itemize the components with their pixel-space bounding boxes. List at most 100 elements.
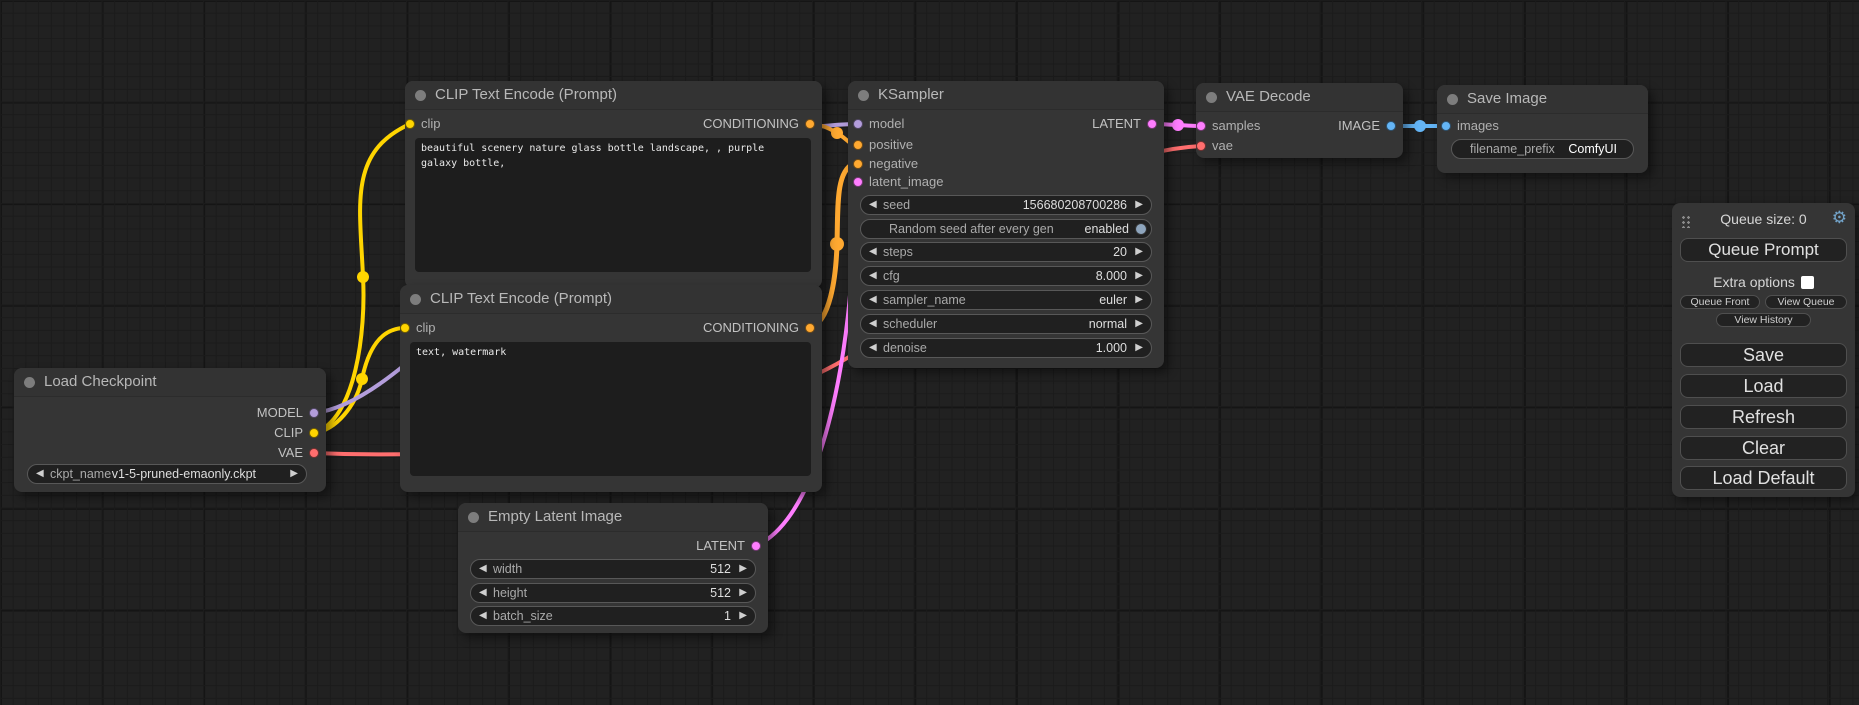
collapse-dot-icon[interactable] [858, 90, 869, 101]
ckpt-name-widget[interactable]: ◀ ckpt_name v1-5-pruned-emaonly.ckpt ▶ [27, 464, 307, 484]
next-value-arrow[interactable]: ▶ [1135, 196, 1143, 214]
prev-value-arrow[interactable]: ◀ [36, 465, 44, 483]
view-queue-button[interactable]: View Queue [1765, 295, 1847, 309]
input-slot-negative[interactable] [853, 159, 863, 169]
node-clip-text-encode-positive[interactable]: CLIP Text Encode (Prompt) clip CONDITION… [405, 81, 822, 288]
next-value-arrow[interactable]: ▶ [1135, 267, 1143, 285]
node-load-checkpoint[interactable]: Load Checkpoint MODEL CLIP VAE ◀ ckpt_na… [14, 368, 326, 492]
random-seed-toggle-widget[interactable]: Random seed after every gen enabled [860, 219, 1152, 239]
next-value-arrow[interactable]: ▶ [739, 607, 747, 625]
link-midpoint-dot[interactable] [356, 373, 368, 385]
batch-size-widget[interactable]: ◀ batch_size 1 ▶ [470, 606, 756, 626]
output-slot-vae[interactable] [309, 448, 319, 458]
next-value-arrow[interactable]: ▶ [1135, 315, 1143, 333]
node-graph-canvas[interactable]: Load Checkpoint MODEL CLIP VAE ◀ ckpt_na… [0, 0, 1859, 705]
node-title-bar[interactable]: Save Image [1437, 85, 1648, 114]
height-widget[interactable]: ◀ height 512 ▶ [470, 583, 756, 603]
node-save-image[interactable]: Save Image images filename_prefix ComfyU… [1437, 85, 1648, 173]
node-title: Empty Latent Image [488, 503, 622, 531]
denoise-widget[interactable]: ◀ denoise 1.000 ▶ [860, 338, 1152, 358]
link-midpoint-dot[interactable] [357, 271, 369, 283]
collapse-dot-icon[interactable] [410, 294, 421, 305]
steps-widget[interactable]: ◀ steps 20 ▶ [860, 242, 1152, 262]
output-slot-latent[interactable] [751, 541, 761, 551]
node-title-bar[interactable]: KSampler [848, 81, 1164, 110]
collapse-dot-icon[interactable] [1206, 92, 1217, 103]
input-slot-vae[interactable] [1196, 141, 1206, 151]
next-value-arrow[interactable]: ▶ [290, 465, 298, 483]
collapse-dot-icon[interactable] [1447, 94, 1458, 105]
widget-value: normal [1089, 315, 1127, 333]
input-slot-positive[interactable] [853, 140, 863, 150]
node-title-bar[interactable]: Load Checkpoint [14, 368, 326, 397]
prev-value-arrow[interactable]: ◀ [869, 291, 877, 309]
slot-row: negative [848, 155, 1164, 173]
link-midpoint-dot[interactable] [831, 127, 843, 139]
widget-label: batch_size [493, 607, 553, 625]
cfg-widget[interactable]: ◀ cfg 8.000 ▶ [860, 266, 1152, 286]
next-value-arrow[interactable]: ▶ [739, 584, 747, 602]
node-vae-decode[interactable]: VAE Decode samples IMAGE vae [1196, 83, 1403, 158]
node-title-bar[interactable]: Empty Latent Image [458, 503, 768, 532]
output-slot-conditioning[interactable] [805, 119, 815, 129]
queue-prompt-button[interactable]: Queue Prompt [1680, 238, 1847, 262]
node-clip-text-encode-negative[interactable]: CLIP Text Encode (Prompt) clip CONDITION… [400, 285, 822, 492]
link-midpoint-dot[interactable] [1172, 119, 1184, 131]
node-ksampler[interactable]: KSampler model LATENT positive negative … [848, 81, 1164, 368]
load-default-button[interactable]: Load Default [1680, 466, 1847, 490]
input-slot-clip[interactable] [405, 119, 415, 129]
collapse-dot-icon[interactable] [415, 90, 426, 101]
clear-button[interactable]: Clear [1680, 436, 1847, 460]
next-value-arrow[interactable]: ▶ [739, 560, 747, 578]
prev-value-arrow[interactable]: ◀ [869, 243, 877, 261]
slot-label: negative [869, 155, 918, 173]
output-slot-clip[interactable] [309, 428, 319, 438]
positive-prompt-textarea[interactable]: beautiful scenery nature glass bottle la… [415, 138, 811, 272]
next-value-arrow[interactable]: ▶ [1135, 291, 1143, 309]
output-slot-conditioning[interactable] [805, 323, 815, 333]
input-slot-clip[interactable] [400, 323, 410, 333]
prev-value-arrow[interactable]: ◀ [869, 315, 877, 333]
prev-value-arrow[interactable]: ◀ [479, 584, 487, 602]
prev-value-arrow[interactable]: ◀ [869, 196, 877, 214]
widget-label: ckpt_name [50, 465, 111, 483]
node-title-bar[interactable]: VAE Decode [1196, 83, 1403, 112]
node-empty-latent-image[interactable]: Empty Latent Image LATENT ◀ width 512 ▶ … [458, 503, 768, 633]
link-midpoint-dot[interactable] [1414, 120, 1426, 132]
save-button[interactable]: Save [1680, 343, 1847, 367]
collapse-dot-icon[interactable] [24, 377, 35, 388]
width-widget[interactable]: ◀ width 512 ▶ [470, 559, 756, 579]
collapse-dot-icon[interactable] [468, 512, 479, 523]
output-slot-latent[interactable] [1147, 119, 1157, 129]
prev-value-arrow[interactable]: ◀ [869, 267, 877, 285]
prev-value-arrow[interactable]: ◀ [479, 560, 487, 578]
link-midpoint-dot[interactable] [830, 237, 844, 251]
node-title: Save Image [1467, 85, 1547, 113]
scheduler-widget[interactable]: ◀ scheduler normal ▶ [860, 314, 1152, 334]
prev-value-arrow[interactable]: ◀ [869, 339, 877, 357]
queue-front-button[interactable]: Queue Front [1680, 295, 1760, 309]
negative-prompt-textarea[interactable]: text, watermark [410, 342, 811, 476]
load-button[interactable]: Load [1680, 374, 1847, 398]
prev-value-arrow[interactable]: ◀ [479, 607, 487, 625]
input-slot-images[interactable] [1441, 121, 1451, 131]
filename-prefix-widget[interactable]: filename_prefix ComfyUI [1451, 139, 1634, 159]
next-value-arrow[interactable]: ▶ [1135, 243, 1143, 261]
settings-gear-icon[interactable]: ⚙ [1832, 208, 1847, 228]
refresh-button[interactable]: Refresh [1680, 405, 1847, 429]
seed-toggle-icon[interactable] [1135, 223, 1147, 235]
widget-value: v1-5-pruned-emaonly.ckpt [112, 465, 256, 483]
input-slot-samples[interactable] [1196, 121, 1206, 131]
input-slot-model[interactable] [853, 119, 863, 129]
next-value-arrow[interactable]: ▶ [1135, 339, 1143, 357]
sampler-name-widget[interactable]: ◀ sampler_name euler ▶ [860, 290, 1152, 310]
node-title-bar[interactable]: CLIP Text Encode (Prompt) [405, 81, 822, 110]
output-slot-model[interactable] [309, 408, 319, 418]
input-slot-latent-image[interactable] [853, 177, 863, 187]
extra-options-checkbox[interactable] [1801, 276, 1814, 289]
widget-value: 512 [710, 560, 731, 578]
view-history-button[interactable]: View History [1716, 313, 1811, 327]
node-title-bar[interactable]: CLIP Text Encode (Prompt) [400, 285, 822, 314]
output-slot-image[interactable] [1386, 121, 1396, 131]
seed-widget[interactable]: ◀ seed 156680208700286 ▶ [860, 195, 1152, 215]
